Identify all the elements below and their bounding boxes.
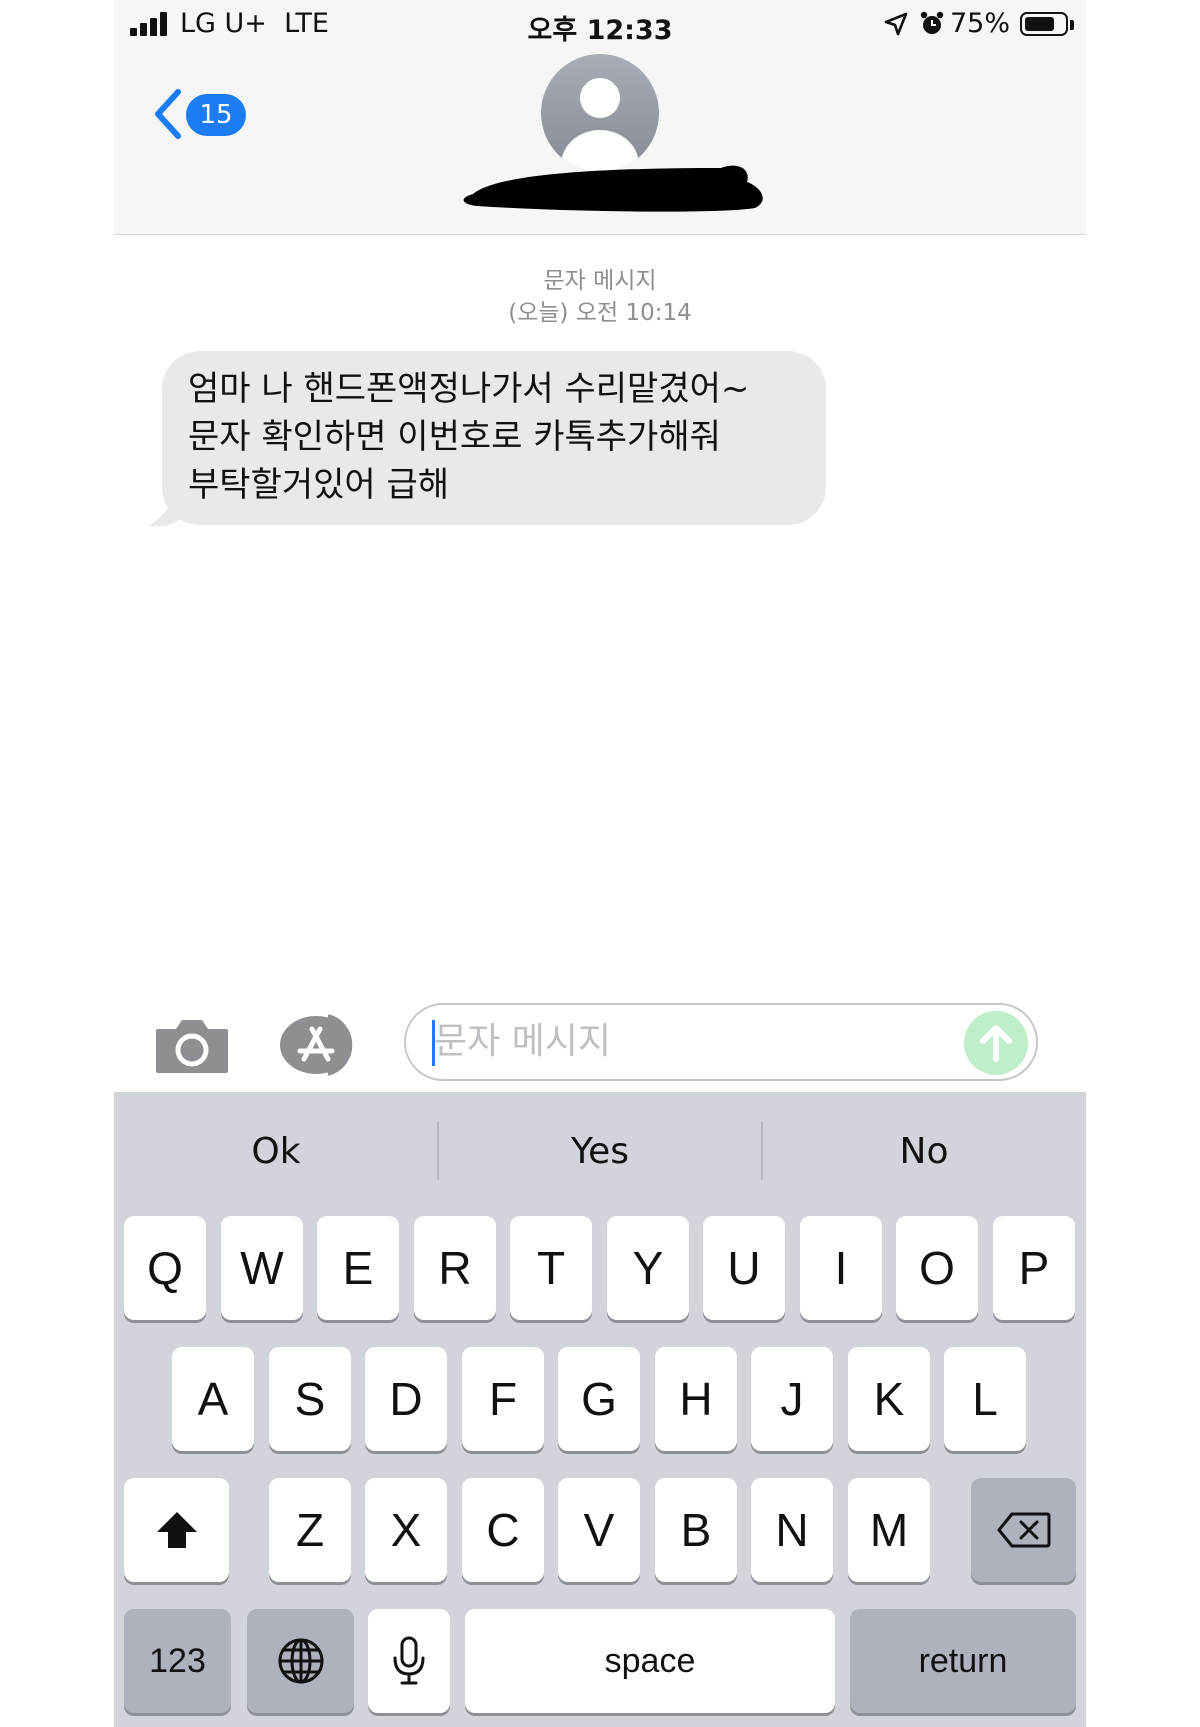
key-y[interactable]: Y [607, 1216, 689, 1320]
key-g[interactable]: G [558, 1347, 640, 1451]
key-e[interactable]: E [317, 1216, 399, 1320]
message-input[interactable]: 문자 메시지 [404, 1003, 1038, 1081]
key-p[interactable]: P [993, 1216, 1075, 1320]
battery-nub [1070, 20, 1074, 30]
location-arrow-icon [884, 12, 908, 36]
key-q[interactable]: Q [124, 1216, 206, 1320]
message-input-bar: 문자 메시지 [114, 995, 1086, 1092]
message-thread[interactable]: 문자 메시지 (오늘) 오전 10:14 엄마 나 핸드폰액정나가서 수리맡겼어… [114, 235, 1086, 995]
key-u[interactable]: U [703, 1216, 785, 1320]
back-button[interactable]: 15 [150, 86, 250, 142]
key-w[interactable]: W [221, 1216, 303, 1320]
received-message-bubble[interactable]: 엄마 나 핸드폰액정나가서 수리맡겼어~문자 확인하면 이번호로 카톡추가해줘 … [162, 351, 826, 525]
return-key[interactable]: return [850, 1609, 1076, 1713]
contact-avatar[interactable] [541, 54, 659, 172]
key-z[interactable]: Z [269, 1478, 351, 1582]
chevron-left-icon [155, 89, 181, 139]
suggestion-no[interactable]: No [762, 1092, 1086, 1200]
send-button[interactable] [964, 1011, 1028, 1075]
key-m[interactable]: M [848, 1478, 930, 1582]
backspace-icon [997, 1512, 1050, 1548]
message-timestamp: (오늘) 오전 10:14 [508, 300, 692, 326]
key-h[interactable]: H [655, 1347, 737, 1451]
app-store-button[interactable] [278, 1013, 362, 1077]
text-cursor [432, 1020, 435, 1066]
key-b[interactable]: B [655, 1478, 737, 1582]
app-store-icon [280, 1014, 353, 1076]
unread-count-badge: 15 [186, 94, 246, 136]
message-type-label: 문자 메시지 [543, 268, 657, 294]
phone-screen: LG U+ LTE 오후 12:33 75% 15 문자 메시지 (오늘) 오전… [114, 0, 1086, 1727]
key-t[interactable]: T [510, 1216, 592, 1320]
key-o[interactable]: O [896, 1216, 978, 1320]
microphone-icon [393, 1636, 425, 1685]
key-c[interactable]: C [462, 1478, 544, 1582]
conversation-header: LG U+ LTE 오후 12:33 75% 15 [114, 0, 1086, 235]
key-r[interactable]: R [414, 1216, 496, 1320]
arrow-up-icon [980, 1025, 1012, 1062]
message-meta: 문자 메시지 (오늘) 오전 10:14 [114, 265, 1086, 329]
globe-icon [278, 1638, 323, 1684]
key-v[interactable]: V [558, 1478, 640, 1582]
message-text: 엄마 나 핸드폰액정나가서 수리맡겼어~문자 확인하면 이번호로 카톡추가해줘 … [188, 369, 750, 505]
alarm-clock-icon [920, 11, 944, 34]
key-k[interactable]: K [848, 1347, 930, 1451]
key-i[interactable]: I [800, 1216, 882, 1320]
dictation-key[interactable] [368, 1609, 450, 1713]
suggestion-ok[interactable]: Ok [114, 1092, 438, 1200]
message-input-placeholder: 문자 메시지 [434, 1021, 612, 1062]
key-j[interactable]: J [751, 1347, 833, 1451]
camera-button[interactable] [154, 1017, 230, 1075]
shift-key[interactable] [124, 1478, 229, 1582]
key-s[interactable]: S [269, 1347, 351, 1451]
battery-percentage: 75% [949, 8, 1010, 39]
suggestion-yes[interactable]: Yes [438, 1092, 762, 1200]
keyboard: Ok Yes No Q W E R T Y U I O P A S D F G … [114, 1092, 1086, 1727]
predictive-text-bar: Ok Yes No [114, 1092, 1086, 1200]
battery-icon [1020, 12, 1068, 36]
key-n[interactable]: N [751, 1478, 833, 1582]
key-a[interactable]: A [172, 1347, 254, 1451]
key-l[interactable]: L [944, 1347, 1026, 1451]
shift-arrow-icon [156, 1512, 197, 1548]
bubble-tail [148, 470, 188, 527]
redacted-contact-name [463, 165, 763, 212]
key-d[interactable]: D [365, 1347, 447, 1451]
key-f[interactable]: F [462, 1347, 544, 1451]
camera-icon [156, 1020, 228, 1073]
globe-key[interactable] [247, 1609, 354, 1713]
space-key[interactable]: space [465, 1609, 835, 1713]
numbers-key[interactable]: 123 [124, 1609, 231, 1713]
key-x[interactable]: X [365, 1478, 447, 1582]
delete-key[interactable] [971, 1478, 1076, 1582]
